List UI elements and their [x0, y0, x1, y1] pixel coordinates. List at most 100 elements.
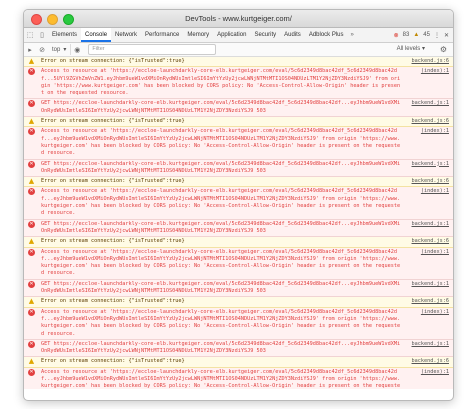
message-source-link[interactable]: (index):1: [421, 249, 449, 256]
console-message: ✕ Access to resource at 'https://eccloe-…: [24, 307, 453, 340]
tab-performance[interactable]: Performance: [141, 28, 183, 42]
warning-icon: ▲: [28, 57, 35, 65]
warning-icon: ▲: [28, 117, 35, 126]
warning-icon: ▲: [28, 297, 35, 306]
panel-tab-bar: ⬚ ▯ Elements Console Network Performance…: [24, 28, 453, 43]
window-controls: [31, 14, 74, 25]
message-text: Error on stream connection: {"isTrusted"…: [41, 118, 185, 125]
message-source-link[interactable]: backend.js:1: [412, 281, 449, 288]
error-icon: ✕: [28, 100, 35, 108]
warning-icon: ▲: [28, 357, 35, 366]
message-source-link[interactable]: (index):1: [421, 309, 449, 316]
console-message: ▲ Error on stream connection: {"isTruste…: [24, 357, 453, 368]
message-source-link[interactable]: backend.js:6: [412, 58, 449, 65]
console-message: ✕ Access to resource at 'https://eccloe-…: [24, 247, 453, 280]
minimize-window-button[interactable]: [47, 14, 58, 25]
message-source-link[interactable]: backend.js:6: [412, 358, 449, 365]
message-source-link[interactable]: backend.js:6: [412, 238, 449, 245]
devtools-window: DevTools - www.kurtgeiger.com/ ⬚ ▯ Eleme…: [23, 9, 454, 401]
close-window-button[interactable]: [31, 14, 42, 25]
warning-icon: ▲: [28, 177, 35, 186]
console-message: ✕ GET https://eccloe-launchdarkly-core-e…: [24, 279, 453, 298]
message-source-link[interactable]: backend.js:6: [412, 118, 449, 125]
message-source-link[interactable]: backend.js:1: [412, 161, 449, 168]
close-devtools-icon[interactable]: ✕: [444, 32, 449, 39]
message-source-link[interactable]: backend.js:6: [412, 298, 449, 305]
message-text: Error on stream connection: {"isTrusted"…: [41, 358, 185, 365]
tab-application[interactable]: Application: [213, 28, 250, 42]
gear-icon[interactable]: ⚙: [440, 43, 447, 56]
message-text: Error on stream connection: {"isTrusted"…: [41, 238, 185, 245]
message-text: Error on stream connection: {"isTrusted"…: [41, 58, 185, 64]
title-bar: DevTools - www.kurtgeiger.com/: [24, 10, 453, 28]
tab-adblock-plus[interactable]: Adblock Plus: [305, 28, 348, 42]
message-text: Access to resource at 'https://eccloe-la…: [41, 248, 401, 277]
zoom-window-button[interactable]: [63, 14, 74, 25]
error-icon: ✕: [28, 280, 35, 288]
message-text: Access to resource at 'https://eccloe-la…: [41, 68, 401, 97]
message-source-link[interactable]: (index):1: [421, 369, 449, 376]
window-title: DevTools - www.kurtgeiger.com/: [185, 14, 292, 23]
message-text: Error on stream connection: {"isTrusted"…: [41, 178, 185, 185]
message-source-link[interactable]: backend.js:1: [412, 221, 449, 228]
warning-count: 45: [423, 32, 430, 38]
console-message: ▲ Error on stream connection: {"isTruste…: [24, 237, 453, 248]
console-message: ✕ Access to resource at 'https://eccloe-…: [24, 187, 453, 220]
error-icon: ⊗: [393, 32, 399, 39]
message-text: Error on stream connection: {"isTrusted"…: [41, 298, 185, 305]
message-text: Access to resource at 'https://eccloe-la…: [41, 128, 401, 157]
dropdown-caret-icon: ▾: [63, 47, 67, 53]
error-icon: ✕: [28, 368, 35, 376]
message-source-link[interactable]: (index):1: [421, 128, 449, 135]
console-toolbar: ▸ ⊘ top ▾ ◉ Filter All levels ▾ ⚙: [24, 43, 453, 57]
more-options-icon[interactable]: ⋮: [434, 32, 440, 39]
show-sidebar-icon[interactable]: ▸: [24, 46, 36, 54]
message-source-link[interactable]: (index):1: [421, 68, 449, 75]
error-count: 83: [402, 32, 410, 38]
console-message: ▲ Error on stream connection: {"isTruste…: [24, 177, 453, 188]
console-messages[interactable]: ▲ Error on stream connection: {"isTruste…: [24, 57, 453, 389]
console-message: ✕ GET https://eccloe-launchdarkly-core-e…: [24, 159, 453, 178]
tab-console[interactable]: Console: [81, 28, 112, 42]
error-icon: ✕: [28, 220, 35, 228]
message-text: Access to resource at 'https://eccloe-la…: [41, 188, 401, 217]
error-icon: ✕: [28, 160, 35, 168]
message-text: GET https://eccloe-launchdarkly-core-elb…: [41, 160, 401, 174]
error-icon: ✕: [28, 68, 35, 76]
console-message: ✕ GET https://eccloe-launchdarkly-core-e…: [24, 219, 453, 238]
device-toolbar-icon[interactable]: ▯: [36, 28, 48, 42]
tab-elements[interactable]: Elements: [48, 28, 81, 42]
console-message: ✕ Access to resource at 'https://eccloe-…: [24, 367, 453, 389]
message-text: GET https://eccloe-launchdarkly-core-elb…: [41, 100, 401, 114]
issue-counters[interactable]: ⊗ 83 ▲ 45 ⋮ ✕: [394, 28, 449, 42]
console-message: ▲ Error on stream connection: {"isTruste…: [24, 117, 453, 128]
log-levels-dropdown[interactable]: All levels ▾: [397, 43, 425, 56]
tab-security[interactable]: Security: [250, 28, 280, 42]
message-text: GET https://eccloe-launchdarkly-core-elb…: [41, 280, 401, 295]
tab-audits[interactable]: Audits: [280, 28, 305, 42]
message-source-link[interactable]: backend.js:1: [412, 341, 449, 348]
console-message: ✕ Access to resource at 'https://eccloe-…: [24, 127, 453, 160]
tab-memory[interactable]: Memory: [183, 28, 213, 42]
context-selector[interactable]: top ▾: [48, 44, 72, 55]
message-text: GET https://eccloe-launchdarkly-core-elb…: [41, 220, 401, 234]
error-icon: ✕: [28, 308, 35, 316]
console-message: ✕ GET https://eccloe-launchdarkly-core-e…: [24, 339, 453, 358]
error-icon: ✕: [28, 340, 35, 348]
inspect-element-icon[interactable]: ⬚: [24, 28, 36, 42]
message-text: Access to resource at 'https://eccloe-la…: [41, 368, 401, 389]
filter-input[interactable]: Filter: [88, 44, 217, 55]
message-source-link[interactable]: backend.js:1: [412, 100, 449, 107]
clear-console-icon[interactable]: ⊘: [36, 46, 48, 54]
console-message: ▲ Error on stream connection: {"isTruste…: [24, 57, 453, 68]
eye-icon[interactable]: ◉: [71, 46, 83, 54]
warning-icon: ▲: [28, 237, 35, 246]
context-label: top: [52, 46, 61, 53]
more-tabs-button[interactable]: »: [348, 32, 357, 38]
message-source-link[interactable]: backend.js:6: [412, 178, 449, 185]
message-text: GET https://eccloe-launchdarkly-core-elb…: [41, 340, 401, 355]
message-text: Access to resource at 'https://eccloe-la…: [41, 308, 401, 337]
message-source-link[interactable]: (index):1: [421, 188, 449, 195]
warning-icon: ▲: [413, 32, 420, 38]
tab-network[interactable]: Network: [111, 28, 141, 42]
